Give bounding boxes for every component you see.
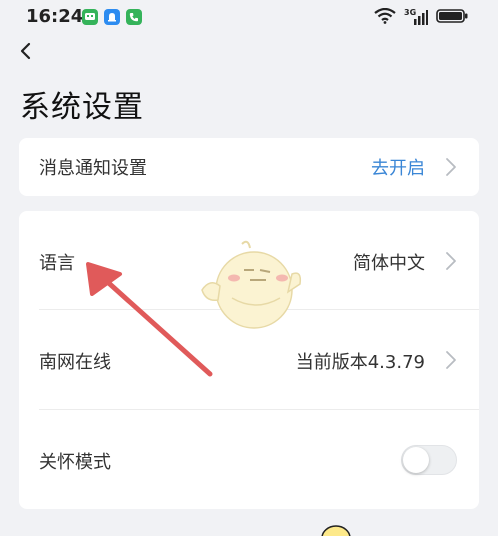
status-time: 16:24 (26, 6, 84, 27)
chevron-right-icon (446, 252, 456, 270)
page-title: 系统设置 (20, 90, 144, 125)
chevron-right-icon (446, 351, 456, 369)
language-row[interactable]: 语言 简体中文 (19, 211, 479, 309)
care-mode-label: 关怀模式 (39, 452, 111, 473)
back-button[interactable] (16, 38, 40, 66)
status-indicators: 3G (374, 7, 468, 28)
online-version-row[interactable]: 南网在线 当前版本4.3.79 (19, 310, 479, 409)
notification-bell-icon (104, 9, 120, 25)
settings-card: 语言 简体中文 南网在线 当前版本4.3.79 关怀模式 (19, 211, 479, 509)
notification-settings-row[interactable]: 消息通知设置 去开启 (19, 138, 479, 196)
message-app-icon (82, 9, 98, 25)
partial-sticker (321, 525, 351, 536)
care-mode-toggle[interactable] (401, 445, 457, 475)
chevron-right-icon (446, 158, 456, 176)
language-label: 语言 (39, 253, 75, 274)
care-mode-row: 关怀模式 (19, 410, 479, 509)
language-value: 简体中文 (353, 253, 425, 274)
enable-notifications-link[interactable]: 去开启 (371, 154, 425, 180)
chevron-left-icon (20, 42, 31, 60)
online-label: 南网在线 (39, 352, 111, 373)
version-value: 当前版本4.3.79 (295, 352, 425, 373)
notification-card: 消息通知设置 去开启 (19, 138, 479, 196)
status-bar: 16:24 3G (0, 0, 498, 36)
phone-app-icon (126, 9, 142, 25)
toggle-knob (403, 447, 429, 473)
notification-settings-label: 消息通知设置 (39, 158, 147, 179)
signal-icon: 3G (404, 8, 428, 26)
battery-icon (436, 8, 468, 28)
wifi-icon (374, 7, 396, 28)
